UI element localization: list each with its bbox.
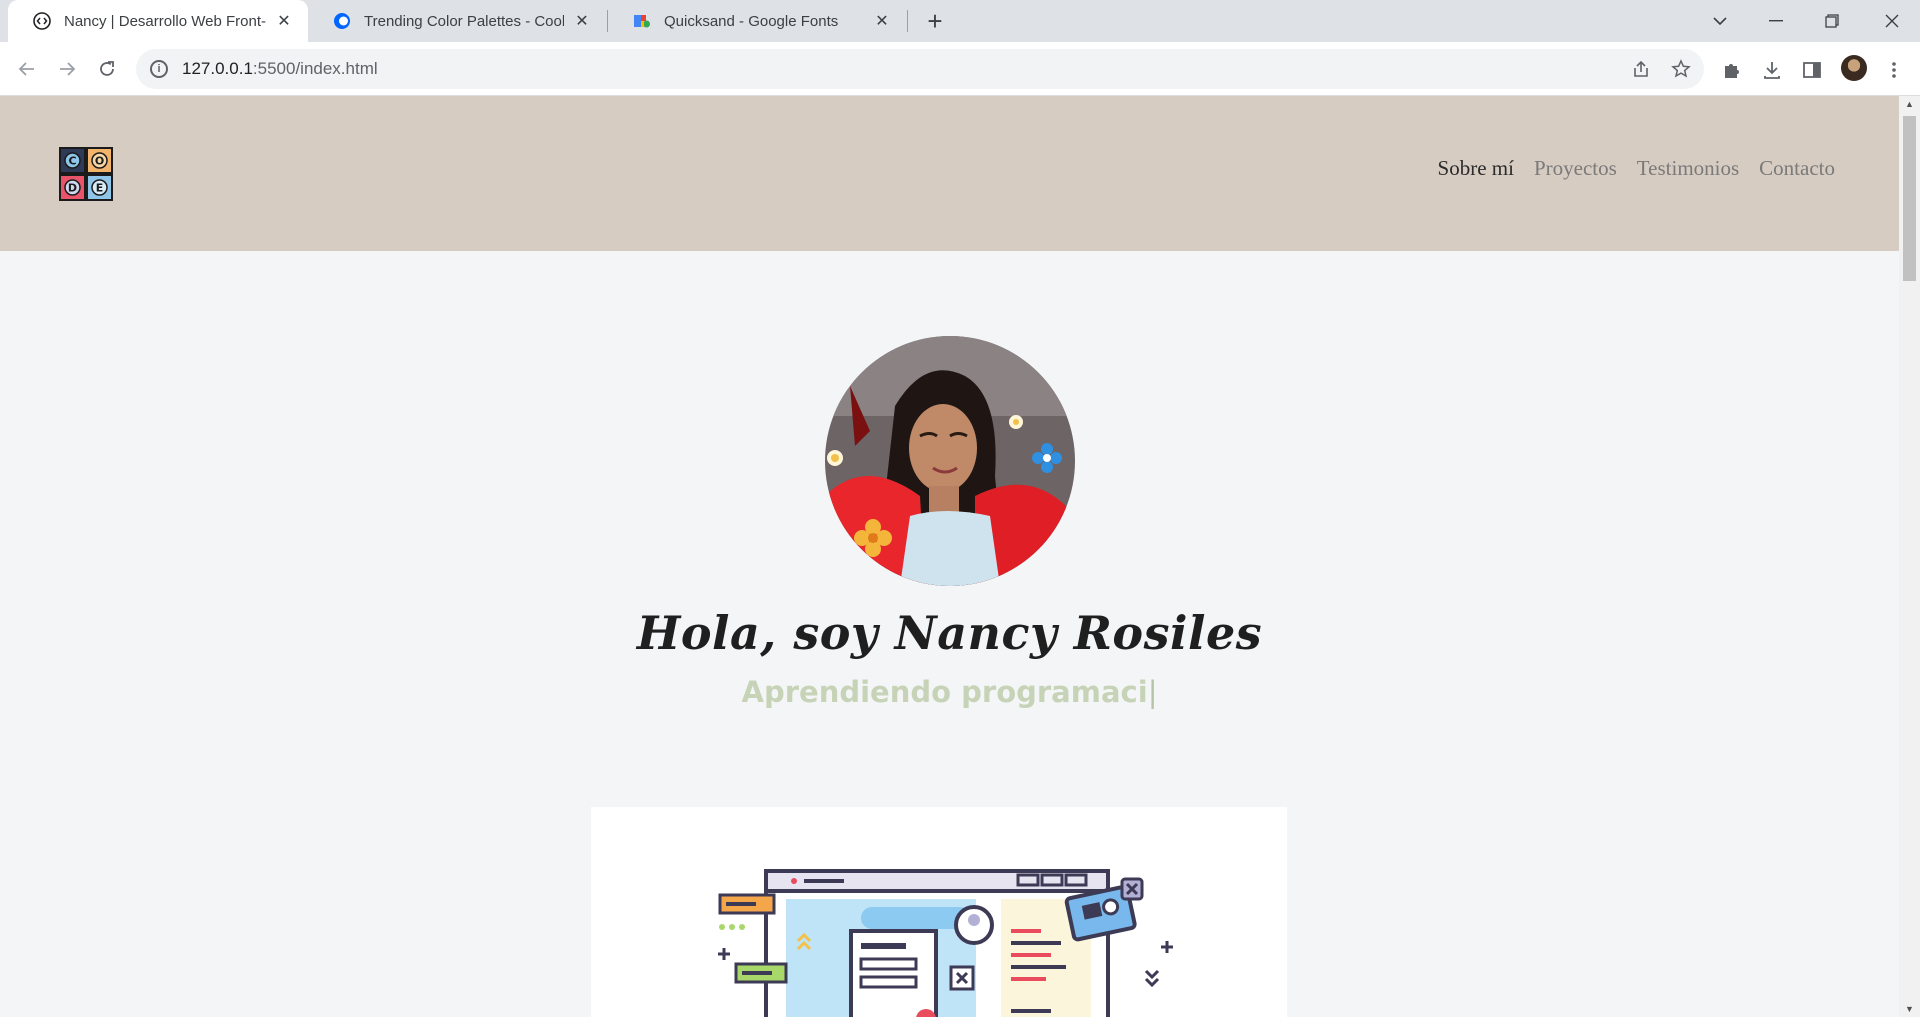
tab-strip: Nancy | Desarrollo Web Front-End ✕ Trend… (0, 0, 1920, 42)
kebab-menu-icon[interactable] (1882, 58, 1906, 82)
new-tab-button[interactable]: + (920, 6, 950, 36)
page-viewport: C O D E Sobre mí Proyectos Testimonios C… (0, 96, 1899, 1017)
site-nav: Sobre mí Proyectos Testimonios Contacto (1438, 156, 1835, 181)
star-icon[interactable] (1670, 58, 1692, 80)
tab-coolors[interactable]: Trending Color Palettes - Coolors ✕ (308, 0, 606, 42)
forward-button[interactable] (51, 53, 83, 85)
code-logo[interactable]: C O D E (59, 147, 113, 201)
hero-typing-subtitle: Aprendiendo programaci| (0, 675, 1899, 709)
coolors-icon (332, 11, 352, 31)
typing-cursor: | (1147, 675, 1158, 709)
browser-toolbar: i 127.0.0.1:5500/index.html (0, 42, 1920, 96)
code-circle-icon (32, 11, 52, 31)
logo-letter: O (95, 155, 104, 168)
nav-link-contacto[interactable]: Contacto (1759, 156, 1835, 181)
web-development-illustration (718, 869, 1173, 1017)
reload-button[interactable] (91, 53, 123, 85)
logo-letter: C (68, 155, 76, 168)
google-fonts-icon (632, 11, 652, 31)
address-bar[interactable]: i 127.0.0.1:5500/index.html (136, 49, 1704, 89)
close-tab-icon[interactable]: ✕ (572, 11, 592, 31)
scrollbar-thumb[interactable] (1903, 116, 1916, 281)
profile-avatar[interactable] (1841, 55, 1867, 81)
profile-photo (825, 336, 1075, 586)
back-button[interactable] (11, 53, 43, 85)
nav-link-sobre-mi[interactable]: Sobre mí (1438, 156, 1514, 181)
scroll-down-arrow-icon[interactable]: ▼ (1899, 1001, 1920, 1017)
download-icon[interactable] (1760, 58, 1784, 82)
tab-title: Quicksand - Google Fonts (664, 12, 839, 30)
site-header: C O D E Sobre mí Proyectos Testimonios C… (0, 96, 1899, 251)
tab-nancy[interactable]: Nancy | Desarrollo Web Front-End ✕ (8, 0, 308, 42)
web-development-illustration-card (591, 807, 1287, 1017)
url-path: :5500/index.html (252, 59, 378, 78)
tab-search-icon[interactable] (1692, 0, 1748, 42)
close-tab-icon[interactable]: ✕ (274, 11, 294, 31)
arrow-left-icon (18, 62, 34, 76)
restore-icon[interactable] (1804, 0, 1860, 42)
page-scrollbar[interactable]: ▲ ▼ (1899, 96, 1920, 1017)
scroll-up-arrow-icon[interactable]: ▲ (1899, 96, 1920, 112)
tab-google-fonts[interactable]: Quicksand - Google Fonts ✕ (608, 0, 906, 42)
nav-link-proyectos[interactable]: Proyectos (1534, 156, 1617, 181)
code-logo-icon: C O D E (59, 147, 113, 201)
tab-title: Trending Color Palettes - Coolors (364, 12, 564, 30)
logo-letter: D (68, 182, 77, 195)
typing-text: Aprendiendo programaci (741, 675, 1148, 709)
reload-icon (100, 61, 114, 76)
close-window-icon[interactable] (1864, 0, 1920, 42)
nav-link-testimonios[interactable]: Testimonios (1637, 156, 1739, 181)
tab-separator (907, 10, 908, 32)
share-icon[interactable] (1630, 58, 1652, 80)
puzzle-icon[interactable] (1720, 58, 1744, 82)
close-tab-icon[interactable]: ✕ (872, 11, 892, 31)
logo-letter: E (96, 182, 104, 195)
site-info-icon[interactable]: i (150, 60, 168, 78)
url-host: 127.0.0.1 (182, 59, 253, 78)
side-panel-icon[interactable] (1800, 58, 1824, 82)
arrow-right-icon (60, 62, 76, 76)
tab-title: Nancy | Desarrollo Web Front-End (64, 12, 266, 30)
hero-greeting: Hola, soy Nancy Rosiles (636, 606, 1263, 660)
url-text: 127.0.0.1:5500/index.html (182, 59, 378, 79)
minimize-icon[interactable] (1748, 0, 1804, 42)
